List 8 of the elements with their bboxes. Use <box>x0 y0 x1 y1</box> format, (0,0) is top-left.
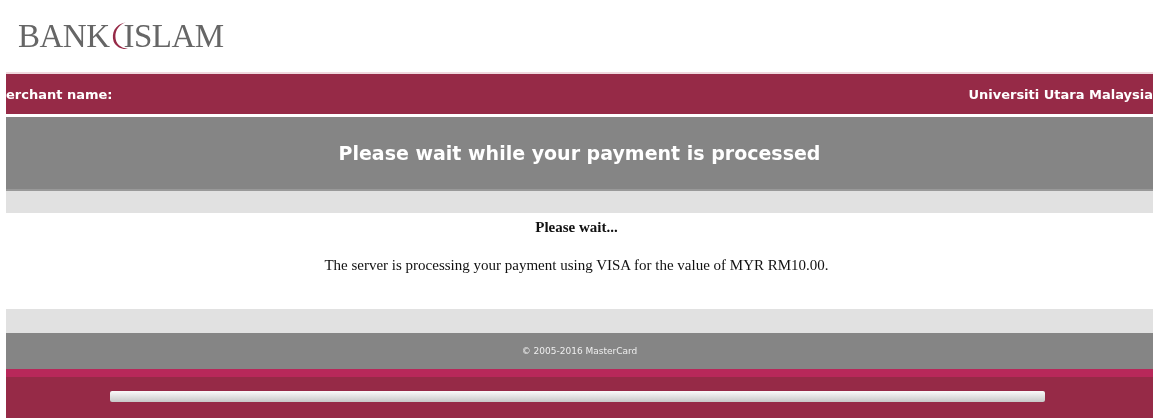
processing-message: The server is processing your payment using VISA for the value of MYR RM10.00. <box>324 257 829 274</box>
logo-text: BANK <box>18 17 110 55</box>
wait-heading: Please wait... <box>535 219 618 236</box>
merchant-label: erchant name: <box>6 86 113 102</box>
merchant-name: Universiti Utara Malaysia <box>968 86 1153 102</box>
header-title: Please wait while your payment is processed <box>338 142 821 164</box>
copyright-text: © 2005-2016 MasterCard <box>521 346 638 356</box>
logo-text: ISLAM <box>123 17 224 55</box>
